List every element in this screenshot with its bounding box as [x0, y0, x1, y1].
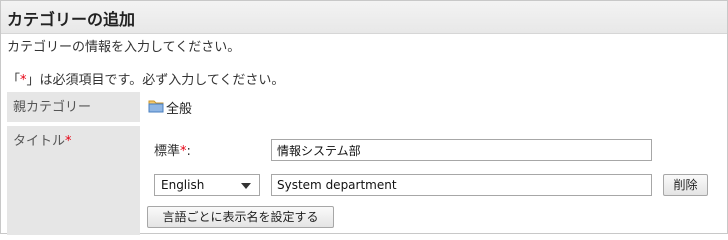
delete-button[interactable]: 削除	[663, 174, 708, 196]
required-note: 「*」は必須項目です。必ず入力してください。	[7, 69, 284, 88]
required-note-prefix: 「	[7, 73, 21, 88]
add-category-panel: カテゴリーの追加 カテゴリーの情報を入力してください。 「*」は必須項目です。必…	[0, 0, 728, 235]
standard-label: 標準*:	[154, 140, 191, 159]
title-label-cell: タイトル*	[7, 126, 140, 235]
parent-category-label-cell: 親カテゴリー	[7, 92, 140, 122]
standard-label-colon: :	[186, 144, 191, 159]
language-title-input[interactable]	[271, 174, 652, 196]
page-title: カテゴリーの追加	[7, 10, 136, 29]
title-label-text: タイトル	[13, 134, 66, 149]
parent-category-value: 全般	[166, 102, 193, 117]
chevron-down-icon	[241, 183, 251, 189]
standard-title-input[interactable]	[271, 139, 652, 161]
page-subtitle: カテゴリーの情報を入力してください。	[7, 40, 241, 55]
title-required-mark: *	[65, 134, 72, 149]
language-select[interactable]: English	[154, 174, 260, 196]
parent-category-label: 親カテゴリー	[13, 100, 92, 115]
required-note-suffix: 」は必須項目です。必ず入力してください。	[26, 73, 285, 88]
page-header: カテゴリーの追加	[1, 1, 727, 34]
set-names-per-language-button[interactable]: 言語ごとに表示名を設定する	[147, 206, 334, 228]
standard-label-text: 標準	[154, 144, 181, 159]
title-label: タイトル*	[13, 130, 72, 149]
language-select-value: English	[161, 178, 205, 192]
folder-icon	[148, 100, 164, 113]
